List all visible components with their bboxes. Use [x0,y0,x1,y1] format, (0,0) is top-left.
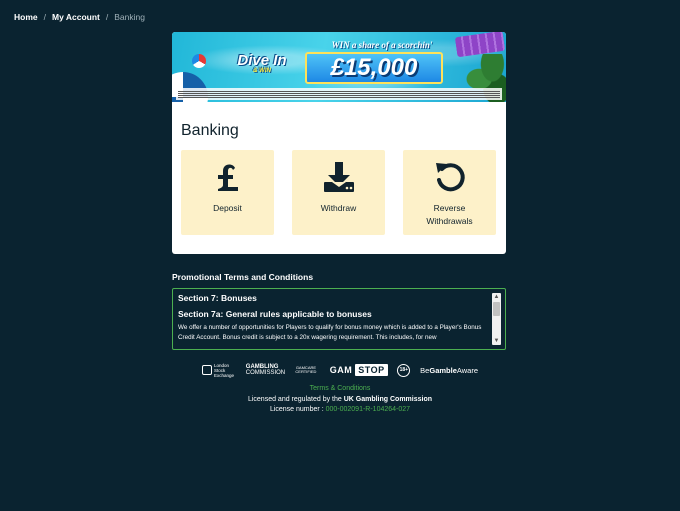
licensed-prefix: Licensed and regulated by the [247,395,342,403]
promo-scrollbar[interactable]: ▲ ▼ [492,293,501,345]
reverse-withdrawals-button[interactable]: Reverse Withdrawals [403,150,496,235]
promo-terms-text: We offer a number of opportunities for P… [178,324,482,341]
pound-icon [211,160,245,194]
gamstop-logo-part2: STOP [355,364,388,376]
banking-options: Deposit Withdraw Reverse Withdrawals [181,150,496,235]
breadcrumb-home-link[interactable]: Home [14,12,38,22]
bga-logo-prefix: Be [420,365,430,375]
age-18-plus-icon[interactable]: 18+ [397,363,411,377]
license-number-link[interactable]: 000-002091-R-104264-027 [326,406,410,413]
gamstop-logo-part1: GAM [329,365,353,375]
promo-terms-heading: Promotional Terms and Conditions [172,272,314,282]
gamstop-logo[interactable]: GAM STOP [327,364,388,376]
page-title: Banking [181,122,239,139]
dive-in-logo-subtext: & WIN [253,67,271,74]
banner-prize: £15,000 [305,52,443,84]
bga-logo-mid: Gamble [429,365,457,375]
withdraw-button[interactable]: Withdraw [292,150,385,235]
promo-terms-box[interactable]: Section 7: Bonuses Section 7a: General r… [172,288,506,350]
breadcrumb-separator: / [105,12,109,22]
terms-link[interactable]: Terms & Conditions [310,385,371,392]
beach-ball-image [192,54,206,68]
bga-logo-suffix: Aware [456,365,478,375]
licensed-line: Licensed and regulated by the UK Gamblin… [0,395,680,406]
gamcare-certified-logo[interactable]: GAMCARE CERTIFIED [295,364,317,375]
breadcrumb: Home / My Account / Banking [14,12,145,22]
scroll-thumb[interactable] [493,302,500,316]
responsible-gambling-logos: London Stock Exchange GAMBLING COMMISSIO… [202,361,478,379]
gc-logo-line2: COMMISSION [245,370,286,376]
undo-icon [433,160,467,194]
gambling-commission-logo[interactable]: GAMBLING COMMISSION [246,364,285,376]
regulator-name: UK Gambling Commission [343,395,433,403]
reverse-withdrawals-label: Reverse Withdrawals [426,203,473,226]
banner-fine-print [176,88,502,100]
withdraw-label: Withdraw [320,203,357,213]
begambleaware-logo[interactable]: Be Gamble Aware [420,366,478,375]
download-icon [322,160,356,194]
promo-banner[interactable]: Dive In & WIN WIN a share of a scorchin'… [172,32,506,102]
breadcrumb-current: Banking [114,12,145,22]
promo-subsection-title: Section 7a: General rules applicable to … [178,309,372,319]
license-prefix: License number : [269,406,324,413]
deposit-button[interactable]: Deposit [181,150,274,235]
lse-logo-text: London Stock Exchange [214,362,235,378]
footer: Terms & Conditions Licensed and regulate… [0,384,680,416]
deposit-label: Deposit [213,203,242,213]
dive-in-logo-text: Dive In [237,51,287,69]
breadcrumb-my-account-link[interactable]: My Account [52,12,100,22]
lse-crest-icon [202,365,212,375]
dive-in-logo: Dive In & WIN [227,46,297,80]
breadcrumb-separator: / [43,12,46,22]
scroll-down-icon[interactable]: ▼ [492,337,501,345]
license-line: License number : 000-002091-R-104264-027 [0,405,680,416]
london-stock-exchange-logo[interactable]: London Stock Exchange [202,363,236,378]
banner-tagline: WIN a share of a scorchin' [331,40,433,50]
promo-section-title: Section 7: Bonuses [178,293,257,303]
scroll-up-icon[interactable]: ▲ [492,293,501,301]
gamcare-logo-text: GAMCARE CERTIFIED [295,364,317,374]
banking-card: Dive In & WIN WIN a share of a scorchin'… [172,32,506,254]
